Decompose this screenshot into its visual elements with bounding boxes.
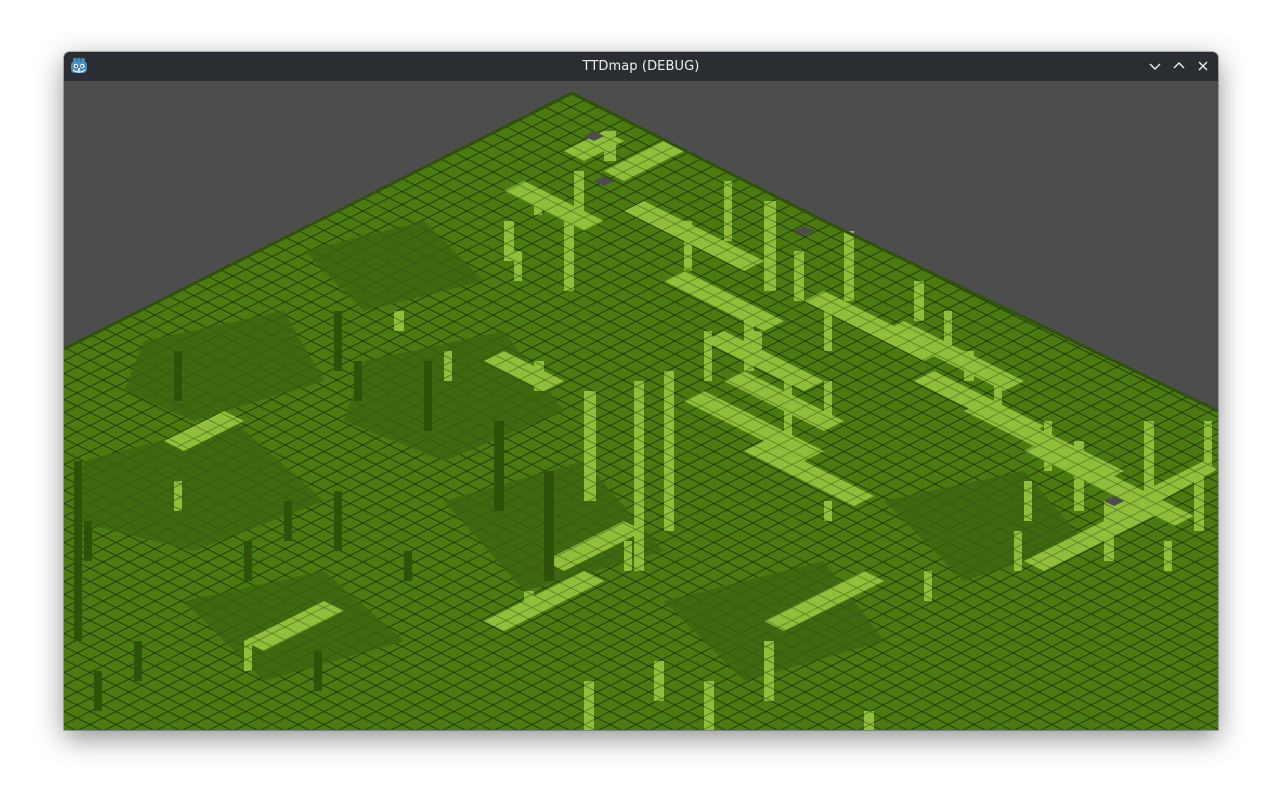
close-icon [1198,61,1208,71]
cliff-grid [924,571,932,601]
cliff-grid [824,311,832,351]
cliff-grid [844,231,854,301]
cliff-shadow [244,541,252,581]
cliff-grid [634,381,644,571]
cliff-shadow [424,361,432,431]
window-title: TTDmap (DEBUG) [582,59,700,74]
app-window: TTDmap (DEBUG) [64,52,1218,730]
cliff-shadow [314,651,322,691]
cliff-grid [704,681,714,730]
cliff-grid [764,641,774,701]
cliff-grid [654,661,664,701]
cliff-grid [584,391,596,501]
cliff-grid [504,221,514,261]
godot-engine-icon [69,56,89,76]
cliff-grid [574,171,584,211]
isometric-terrain-map [64,91,1218,730]
cliff-shadow [494,421,504,511]
cliff-shadow [354,361,362,401]
cliff-grid [724,181,732,241]
close-button[interactable] [1192,55,1214,77]
cliff-shadow [334,491,342,551]
cliff-shadow [284,501,292,541]
cliff-shadow [544,471,554,581]
cliff-shadow [404,551,412,581]
cliff-grid [514,251,522,281]
cliff-grid [794,251,804,301]
cliff-grid [624,541,632,571]
cliff-shadow [134,641,142,681]
cliff-grid [1024,481,1032,521]
cliff-grid [824,501,832,521]
cliff-grid [664,371,674,531]
cliff-shadow [74,461,82,641]
cliff-grid [244,641,252,671]
minimize-icon [1149,63,1161,70]
cliff-shadow [174,351,182,401]
cliff-shadow [334,311,342,371]
terrain-layer [64,91,1218,730]
cliff-grid [914,281,924,321]
cliff-grid [1014,531,1022,571]
cliff-grid [584,681,594,730]
map-viewport[interactable] [64,81,1218,730]
cliff-grid [174,481,182,511]
cliff-grid [444,351,452,381]
cliff-shadow [94,671,102,711]
cliff-grid [864,711,874,730]
cliff-shadow [84,521,92,561]
cliff-grid [764,201,776,291]
minimize-button[interactable] [1144,55,1166,77]
maximize-button[interactable] [1168,55,1190,77]
cliff-grid [394,311,404,331]
maximize-icon [1173,62,1185,69]
cliff-grid [1164,541,1172,571]
title-bar[interactable]: TTDmap (DEBUG) [64,52,1218,81]
